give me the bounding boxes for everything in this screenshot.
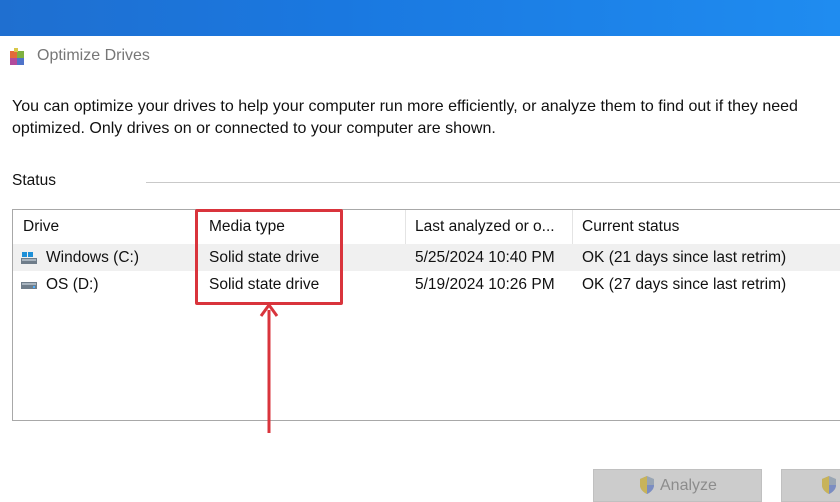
windows-drive-icon — [21, 252, 37, 264]
column-header-drive[interactable]: Drive — [13, 210, 196, 244]
current-status-cell: OK (21 days since last retrim) — [582, 249, 787, 266]
last-analyzed-cell: 5/25/2024 10:40 PM — [415, 249, 555, 266]
description-text: You can optimize your drives to help you… — [12, 96, 840, 140]
title-bar[interactable]: Optimize Drives — [0, 36, 840, 78]
table-row[interactable]: OS (D:) Solid state drive 5/19/2024 10:2… — [13, 271, 840, 298]
window-title: Optimize Drives — [37, 47, 150, 64]
status-divider — [146, 182, 840, 183]
column-header-last-analyzed[interactable]: Last analyzed or o... — [405, 210, 572, 244]
drive-name: OS (D:) — [46, 276, 99, 293]
last-analyzed-cell: 5/19/2024 10:26 PM — [415, 276, 555, 293]
description-line-2: optimized. Only drives on or connected t… — [12, 120, 496, 137]
uac-shield-icon — [640, 476, 654, 494]
column-header-current-status[interactable]: Current status — [572, 210, 840, 244]
media-type-highlight-box — [195, 209, 343, 305]
optimize-button[interactable] — [781, 469, 840, 502]
analyze-button[interactable]: Analyze — [593, 469, 762, 502]
status-group-label: Status — [12, 172, 56, 189]
desktop-background — [0, 0, 840, 36]
optimize-drives-window: Optimize Drives You can optimize your dr… — [0, 36, 840, 502]
table-row[interactable]: Windows (C:) Solid state drive 5/25/2024… — [13, 244, 840, 271]
annotation-arrow-icon — [259, 302, 279, 433]
analyze-button-label: Analyze — [660, 477, 717, 494]
current-status-cell: OK (27 days since last retrim) — [582, 276, 787, 293]
defrag-app-icon — [10, 48, 24, 65]
drives-list[interactable]: Drive Media type Last analyzed or o... C… — [12, 209, 840, 421]
uac-shield-icon — [822, 476, 836, 494]
description-line-1: You can optimize your drives to help you… — [12, 98, 798, 115]
drive-name: Windows (C:) — [46, 249, 140, 266]
hard-drive-icon — [21, 282, 37, 289]
